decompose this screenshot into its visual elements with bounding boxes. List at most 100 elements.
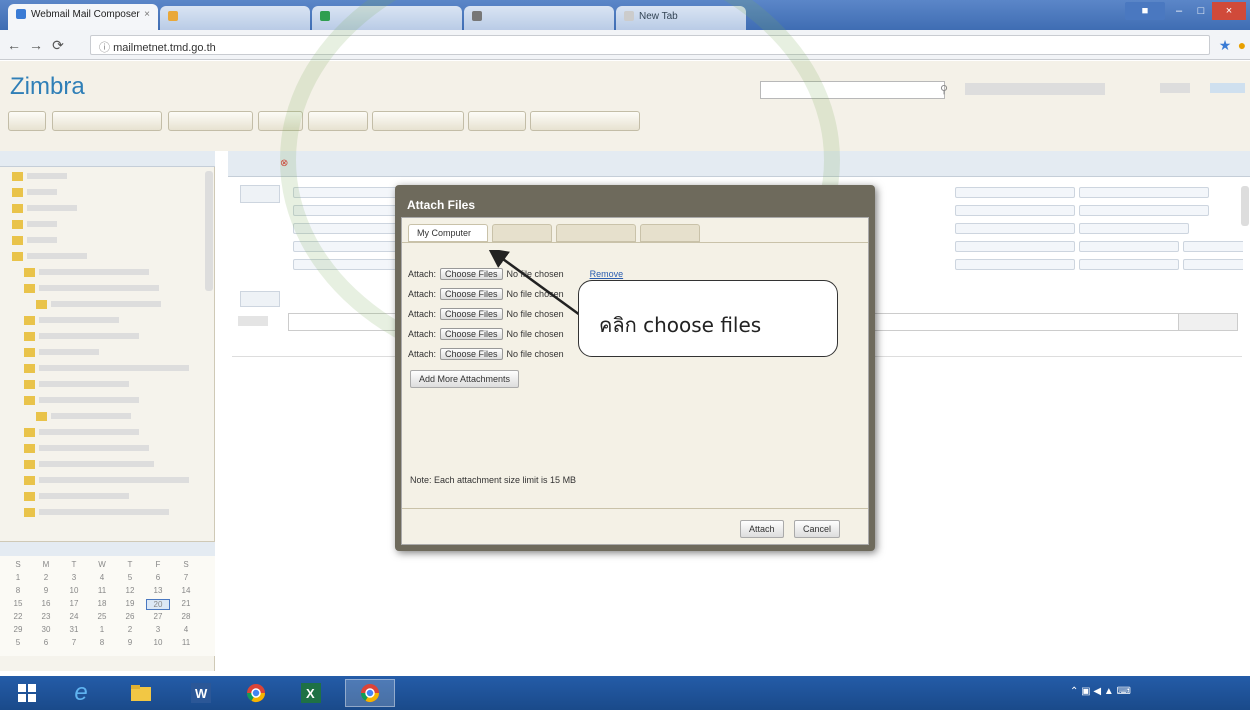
tab-mail[interactable]: [8, 111, 46, 131]
add-more-attachments-button[interactable]: Add More Attachments: [410, 370, 520, 388]
tab-3[interactable]: [312, 6, 462, 30]
tab-preferences[interactable]: [372, 111, 464, 131]
calendar-day[interactable]: 28: [174, 612, 198, 621]
calendar-day[interactable]: 16: [34, 599, 58, 608]
folder-item[interactable]: [24, 443, 149, 457]
folder-item[interactable]: [24, 459, 154, 473]
add-attachment-button[interactable]: [404, 155, 494, 173]
calendar-day[interactable]: 22: [6, 612, 30, 621]
compose-scrollbar[interactable]: [1241, 186, 1249, 226]
excel-icon[interactable]: X: [290, 679, 332, 707]
calendar-day[interactable]: 14: [174, 586, 198, 595]
calendar-day[interactable]: 24: [62, 612, 86, 621]
calendar-day[interactable]: 11: [90, 586, 114, 595]
spell-check-button[interactable]: [498, 155, 588, 173]
calendar-day[interactable]: 6: [34, 638, 58, 647]
forward-icon[interactable]: →: [26, 36, 46, 54]
calendar-day[interactable]: 21: [174, 599, 198, 608]
calendar-day[interactable]: 30: [34, 625, 58, 634]
logout-link[interactable]: [1210, 83, 1245, 93]
folder-item[interactable]: [24, 379, 129, 393]
tab-5[interactable]: New Tab: [616, 6, 746, 30]
tab-webmail[interactable]: Webmail Mail Composer ×: [8, 4, 158, 30]
calendar-day[interactable]: 7: [174, 573, 198, 582]
maximize-button[interactable]: □: [1190, 2, 1212, 20]
tab-mail-attach[interactable]: [640, 224, 700, 242]
system-tray[interactable]: ⌃ ▣ ◀ ▲ ⌨: [1070, 686, 1170, 698]
calendar-day[interactable]: 8: [6, 586, 30, 595]
folder-item[interactable]: [24, 427, 139, 441]
back-icon[interactable]: ←: [4, 36, 24, 54]
calendar-day[interactable]: 18: [90, 599, 114, 608]
calendar-day[interactable]: 8: [90, 638, 114, 647]
calendar-day[interactable]: 5: [6, 638, 30, 647]
calendar-day[interactable]: 1: [90, 625, 114, 634]
calendar-day[interactable]: 26: [118, 612, 142, 621]
folder-item[interactable]: [24, 363, 189, 377]
tab-address-book[interactable]: [52, 111, 162, 131]
windows-start-icon[interactable]: [6, 679, 48, 707]
ie-icon[interactable]: e: [60, 679, 102, 707]
tab-contacts-attach[interactable]: [556, 224, 636, 242]
folder-item[interactable]: [24, 395, 139, 409]
tab-my-computer[interactable]: My Computer: [408, 224, 488, 242]
tab-briefcase-attach[interactable]: [492, 224, 552, 242]
calendar-day[interactable]: 9: [34, 586, 58, 595]
calendar-day[interactable]: 10: [146, 638, 170, 647]
folder-item[interactable]: [12, 171, 67, 185]
choose-files-button[interactable]: Choose Files: [440, 348, 503, 360]
minimize-button[interactable]: –: [1168, 2, 1190, 20]
cc-button[interactable]: [240, 291, 280, 307]
tab-2[interactable]: [160, 6, 310, 30]
calendar-day[interactable]: 4: [90, 573, 114, 582]
calendar-day[interactable]: 3: [62, 573, 86, 582]
send-button[interactable]: [232, 155, 272, 173]
folder-item[interactable]: [12, 251, 87, 265]
calendar-day[interactable]: 2: [118, 625, 142, 634]
folder-item[interactable]: [24, 347, 99, 361]
folder-item[interactable]: [36, 299, 161, 313]
options-button[interactable]: [592, 155, 662, 173]
folder-item[interactable]: [12, 203, 77, 217]
reload-icon[interactable]: ⟳: [48, 36, 68, 54]
save-draft-button[interactable]: [340, 155, 400, 173]
folder-item[interactable]: [24, 315, 119, 329]
tab-current-compose[interactable]: [530, 111, 640, 131]
calendar-day[interactable]: 3: [146, 625, 170, 634]
attach-button[interactable]: Attach: [740, 520, 784, 538]
calendar-day[interactable]: 13: [146, 586, 170, 595]
folder-item[interactable]: [24, 507, 169, 521]
calendar-day[interactable]: 10: [62, 586, 86, 595]
calendar-day[interactable]: 2: [34, 573, 58, 582]
tab-calendar[interactable]: [168, 111, 253, 131]
folder-item[interactable]: [24, 283, 159, 297]
tab-4[interactable]: [464, 6, 614, 30]
folder-scrollbar[interactable]: [205, 171, 213, 291]
search-icon[interactable]: ⚲: [940, 83, 948, 96]
calendar-day[interactable]: 15: [6, 599, 30, 608]
cancel-compose-button[interactable]: ⊗: [276, 155, 336, 173]
cancel-button[interactable]: Cancel: [794, 520, 841, 538]
chrome-active-icon[interactable]: [345, 679, 395, 707]
folder-item[interactable]: [36, 411, 131, 425]
folder-item[interactable]: [12, 219, 57, 233]
close-icon[interactable]: ×: [144, 9, 150, 20]
calendar-day[interactable]: 6: [146, 573, 170, 582]
url-input[interactable]: ⓘ mailmetnet.tmd.go.th: [90, 35, 1210, 55]
to-button[interactable]: [240, 185, 280, 203]
calendar-day[interactable]: 27: [146, 612, 170, 621]
tab-compose[interactable]: [468, 111, 526, 131]
calendar-day[interactable]: 19: [118, 599, 142, 608]
help-menu[interactable]: [1160, 83, 1190, 93]
user-account[interactable]: [965, 83, 1105, 95]
word-icon[interactable]: W: [180, 679, 222, 707]
tab-tasks[interactable]: [258, 111, 303, 131]
folder-item[interactable]: [24, 491, 129, 505]
extension-icon[interactable]: ●: [1232, 36, 1250, 54]
calendar-day[interactable]: 20: [146, 599, 170, 610]
folder-item[interactable]: [24, 331, 139, 345]
explorer-icon[interactable]: [120, 679, 162, 707]
priority-select[interactable]: [1178, 313, 1238, 331]
window-close-button[interactable]: ×: [1212, 2, 1246, 20]
calendar-day[interactable]: 9: [118, 638, 142, 647]
